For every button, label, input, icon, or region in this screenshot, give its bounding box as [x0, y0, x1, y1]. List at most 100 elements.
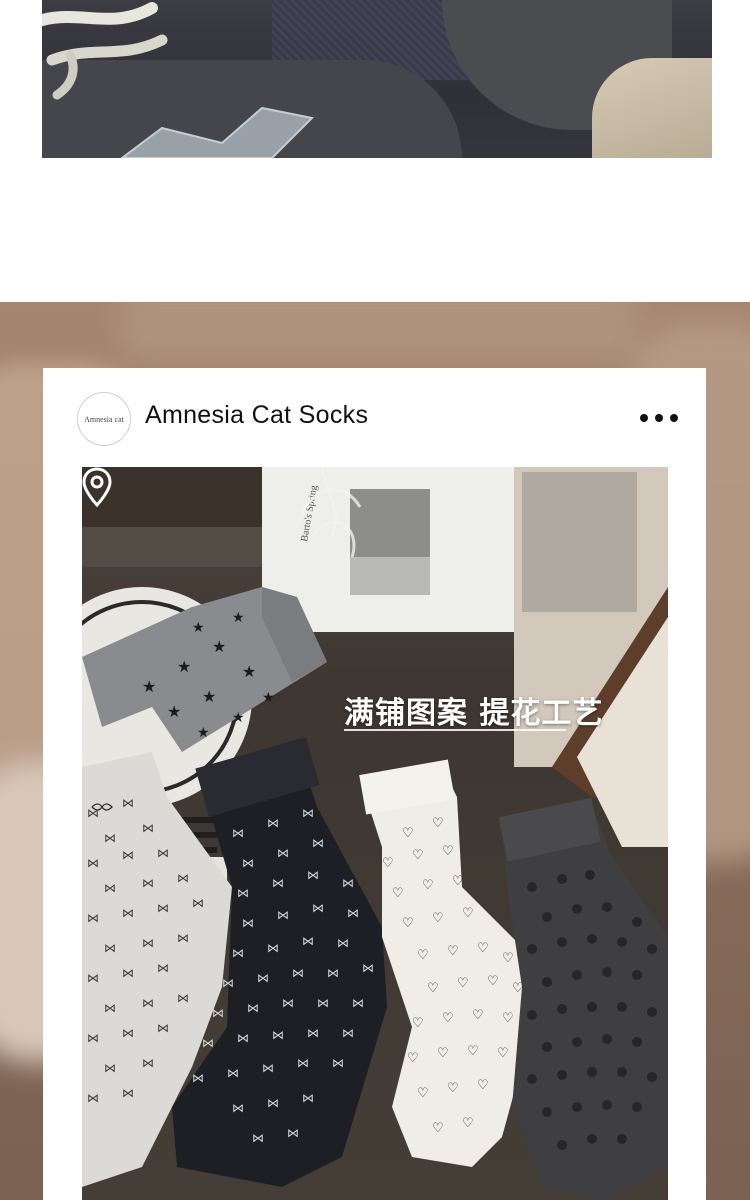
account-name[interactable]: Amnesia Cat Socks: [145, 401, 368, 430]
svg-text:⋈: ⋈: [272, 1028, 284, 1042]
svg-text:♡: ♡: [422, 877, 434, 892]
svg-text:⋈: ⋈: [267, 1096, 279, 1110]
svg-text:★: ★: [242, 664, 256, 681]
svg-text:⋈: ⋈: [312, 901, 324, 915]
svg-text:⋈: ⋈: [272, 876, 284, 890]
svg-text:⋈: ⋈: [157, 846, 169, 860]
svg-text:⋈: ⋈: [87, 806, 99, 820]
svg-text:♡: ♡: [437, 1045, 449, 1060]
svg-text:♡: ♡: [402, 915, 414, 930]
sneaker-logo: [120, 106, 315, 158]
svg-text:⋈: ⋈: [237, 1031, 249, 1045]
sneaker-photo: [42, 0, 712, 158]
svg-text:⋈: ⋈: [282, 996, 294, 1010]
svg-text:⋈: ⋈: [177, 931, 189, 945]
svg-text:⋈: ⋈: [327, 966, 339, 980]
svg-text:♡: ♡: [427, 980, 439, 995]
svg-text:♡: ♡: [407, 1050, 419, 1065]
svg-text:⋈: ⋈: [157, 1021, 169, 1035]
svg-text:⋈: ⋈: [347, 906, 359, 920]
svg-text:⋈: ⋈: [122, 966, 134, 980]
svg-text:♡: ♡: [497, 1045, 509, 1060]
svg-text:⋈: ⋈: [237, 886, 249, 900]
svg-text:★: ★: [232, 609, 245, 625]
svg-text:♡: ♡: [447, 1080, 459, 1095]
svg-text:♡: ♡: [382, 855, 394, 870]
svg-text:⋈: ⋈: [232, 826, 244, 840]
svg-text:⋈: ⋈: [362, 961, 374, 975]
photo-caption: 满铺图案 提花工艺: [344, 696, 604, 731]
svg-text:⋈: ⋈: [122, 1026, 134, 1040]
svg-text:⋈: ⋈: [222, 976, 234, 990]
svg-text:⋈: ⋈: [302, 934, 314, 948]
more-horizontal-icon: [640, 414, 648, 422]
svg-text:⋈: ⋈: [104, 1001, 116, 1015]
socks-illustration: Barto's Spring ★ ★ ★ ★ ★ ★ ★ ★ ★ ★ ★ ⋈⋈⋈…: [82, 467, 668, 1200]
svg-text:♡: ♡: [457, 975, 469, 990]
svg-text:⋈: ⋈: [122, 906, 134, 920]
svg-text:⋈: ⋈: [177, 871, 189, 885]
svg-text:⋈: ⋈: [242, 916, 254, 930]
svg-text:♡: ♡: [502, 1010, 514, 1025]
svg-text:⋈: ⋈: [232, 1101, 244, 1115]
svg-text:⋈: ⋈: [342, 876, 354, 890]
svg-text:⋈: ⋈: [312, 836, 324, 850]
svg-text:⋈: ⋈: [292, 966, 304, 980]
svg-text:⋈: ⋈: [232, 946, 244, 960]
svg-text:♡: ♡: [472, 1007, 484, 1022]
svg-text:⋈: ⋈: [87, 1091, 99, 1105]
svg-text:⋈: ⋈: [87, 911, 99, 925]
svg-text:⋈: ⋈: [142, 996, 154, 1010]
svg-text:⋈: ⋈: [104, 1061, 116, 1075]
svg-text:★: ★: [212, 639, 226, 656]
svg-text:⋈: ⋈: [157, 901, 169, 915]
svg-text:⋈: ⋈: [307, 868, 319, 882]
svg-text:♡: ♡: [502, 950, 514, 965]
svg-text:⋈: ⋈: [122, 796, 134, 810]
svg-text:♡: ♡: [432, 1120, 444, 1135]
svg-text:♡: ♡: [467, 1043, 479, 1058]
svg-text:⋈: ⋈: [212, 1006, 224, 1020]
more-options-button[interactable]: [640, 406, 678, 430]
svg-text:⋈: ⋈: [342, 1026, 354, 1040]
svg-text:⋈: ⋈: [227, 1066, 239, 1080]
svg-text:⋈: ⋈: [302, 1091, 314, 1105]
svg-text:♡: ♡: [442, 1010, 454, 1025]
svg-text:★: ★: [142, 679, 156, 696]
svg-text:♡: ♡: [417, 1085, 429, 1100]
svg-text:♡: ♡: [462, 1115, 474, 1130]
svg-text:⋈: ⋈: [157, 961, 169, 975]
svg-text:⋈: ⋈: [257, 971, 269, 985]
svg-text:⋈: ⋈: [252, 1131, 264, 1145]
caption-underline: [344, 729, 566, 731]
svg-text:⋈: ⋈: [247, 1001, 259, 1015]
svg-text:⋈: ⋈: [262, 1061, 274, 1075]
svg-text:♡: ♡: [487, 973, 499, 988]
svg-text:⋈: ⋈: [337, 936, 349, 950]
svg-text:⋈: ⋈: [192, 896, 204, 910]
svg-text:♡: ♡: [462, 905, 474, 920]
svg-text:♡: ♡: [402, 825, 414, 840]
avatar[interactable]: Amnesia cat: [77, 392, 131, 446]
svg-text:⋈: ⋈: [352, 996, 364, 1010]
svg-text:⋈: ⋈: [277, 846, 289, 860]
svg-text:⋈: ⋈: [332, 1056, 344, 1070]
svg-text:⋈: ⋈: [267, 816, 279, 830]
svg-text:⋈: ⋈: [297, 1056, 309, 1070]
svg-text:⋈: ⋈: [104, 941, 116, 955]
svg-text:★: ★: [167, 704, 181, 721]
svg-text:♡: ♡: [412, 1015, 424, 1030]
svg-text:⋈: ⋈: [142, 821, 154, 835]
svg-text:★: ★: [197, 724, 210, 740]
svg-text:⋈: ⋈: [142, 876, 154, 890]
svg-text:⋈: ⋈: [87, 1031, 99, 1045]
svg-text:⋈: ⋈: [267, 941, 279, 955]
svg-text:⋈: ⋈: [192, 1071, 204, 1085]
location-pin-icon: [82, 467, 112, 507]
svg-text:⋈: ⋈: [242, 856, 254, 870]
svg-text:⋈: ⋈: [177, 991, 189, 1005]
svg-text:♡: ♡: [477, 1077, 489, 1092]
svg-text:★: ★: [192, 619, 205, 635]
svg-text:⋈: ⋈: [122, 848, 134, 862]
svg-text:★: ★: [202, 689, 216, 706]
